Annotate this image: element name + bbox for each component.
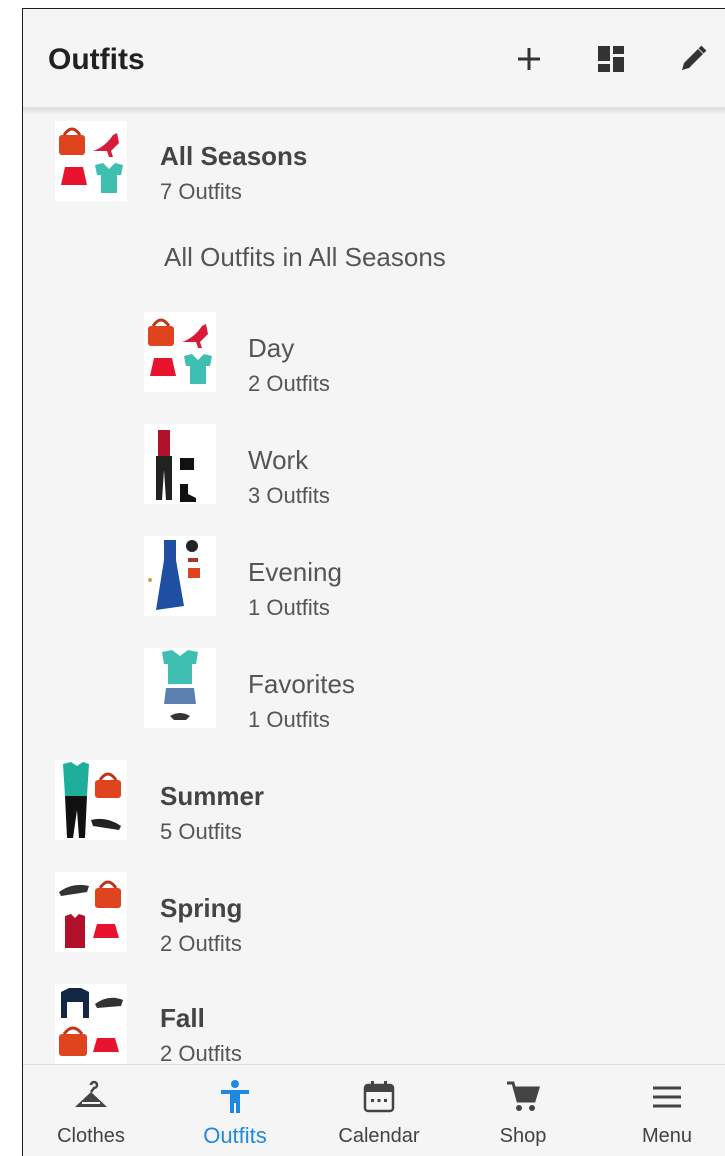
bottom-navigation: Clothes Outfits Calendar Shop Menu bbox=[23, 1064, 725, 1156]
outfit-thumbnail bbox=[144, 312, 216, 392]
list-item-title: Favorites bbox=[248, 669, 355, 699]
list-item-title: Fall bbox=[160, 1003, 205, 1033]
list-item-spring[interactable]: Spring 2 Outfits bbox=[23, 869, 725, 969]
list-item-fall[interactable]: Fall 2 Outfits bbox=[23, 981, 725, 1071]
person-icon bbox=[221, 1080, 249, 1113]
outfit-thumbnail bbox=[55, 872, 127, 952]
list-item-day[interactable]: Day 2 Outfits bbox=[23, 309, 725, 409]
list-item-all-seasons[interactable]: All Seasons 7 Outfits bbox=[23, 117, 725, 217]
nav-label: Clothes bbox=[57, 1125, 125, 1147]
list-item-count: 1 Outfits bbox=[248, 595, 330, 620]
edit-icon[interactable] bbox=[677, 43, 709, 75]
cart-icon bbox=[507, 1081, 541, 1111]
nav-item-outfits[interactable]: Outfits bbox=[175, 1065, 295, 1156]
list-item-title: Evening bbox=[248, 557, 342, 587]
list-item-favorites[interactable]: Favorites 1 Outfits bbox=[23, 645, 725, 745]
list-item-title: Day bbox=[248, 333, 295, 363]
list-item-title: Work bbox=[248, 445, 309, 475]
nav-item-calendar[interactable]: Calendar bbox=[319, 1065, 439, 1156]
list-item-count: 3 Outfits bbox=[248, 483, 330, 508]
list-item-count: 1 Outfits bbox=[248, 707, 330, 732]
list-item-title: All Seasons bbox=[160, 141, 308, 171]
nav-label: Calendar bbox=[338, 1125, 420, 1147]
list-item-title: Summer bbox=[160, 781, 265, 811]
nav-label: Menu bbox=[641, 1125, 693, 1147]
outfit-thumbnail bbox=[144, 424, 216, 504]
list-item-count: 7 Outfits bbox=[160, 179, 242, 204]
hanger-icon bbox=[75, 1080, 107, 1107]
list-item-count: 2 Outfits bbox=[248, 371, 330, 396]
dashboard-icon[interactable] bbox=[595, 43, 627, 75]
nav-label: Shop bbox=[499, 1125, 547, 1147]
app-frame: Outfits All Seasons 7 Outfits All Outfit… bbox=[22, 8, 725, 1156]
list-item-summer[interactable]: Summer 5 Outfits bbox=[23, 757, 725, 857]
outfit-thumbnail bbox=[55, 760, 127, 840]
page-title: Outfits bbox=[48, 43, 145, 76]
list-item-evening[interactable]: Evening 1 Outfits bbox=[23, 533, 725, 633]
nav-label: Outfits bbox=[203, 1123, 267, 1148]
nav-item-shop[interactable]: Shop bbox=[463, 1065, 583, 1156]
list-item-work[interactable]: Work 3 Outfits bbox=[23, 421, 725, 521]
outfit-thumbnail bbox=[55, 121, 127, 201]
section-header: All Outfits in All Seasons bbox=[164, 242, 446, 272]
add-icon[interactable] bbox=[513, 43, 545, 75]
app-bar: Outfits bbox=[23, 9, 725, 110]
menu-icon bbox=[653, 1086, 681, 1108]
nav-item-clothes[interactable]: Clothes bbox=[31, 1065, 151, 1156]
list-item-count: 2 Outfits bbox=[160, 931, 242, 956]
outfit-thumbnail bbox=[144, 536, 216, 616]
calendar-icon bbox=[363, 1081, 395, 1113]
outfit-thumbnail bbox=[144, 648, 216, 728]
nav-item-menu[interactable]: Menu bbox=[607, 1065, 725, 1156]
list-item-title: Spring bbox=[160, 893, 243, 923]
outfit-thumbnail bbox=[55, 984, 127, 1064]
list-item-count: 5 Outfits bbox=[160, 819, 242, 844]
